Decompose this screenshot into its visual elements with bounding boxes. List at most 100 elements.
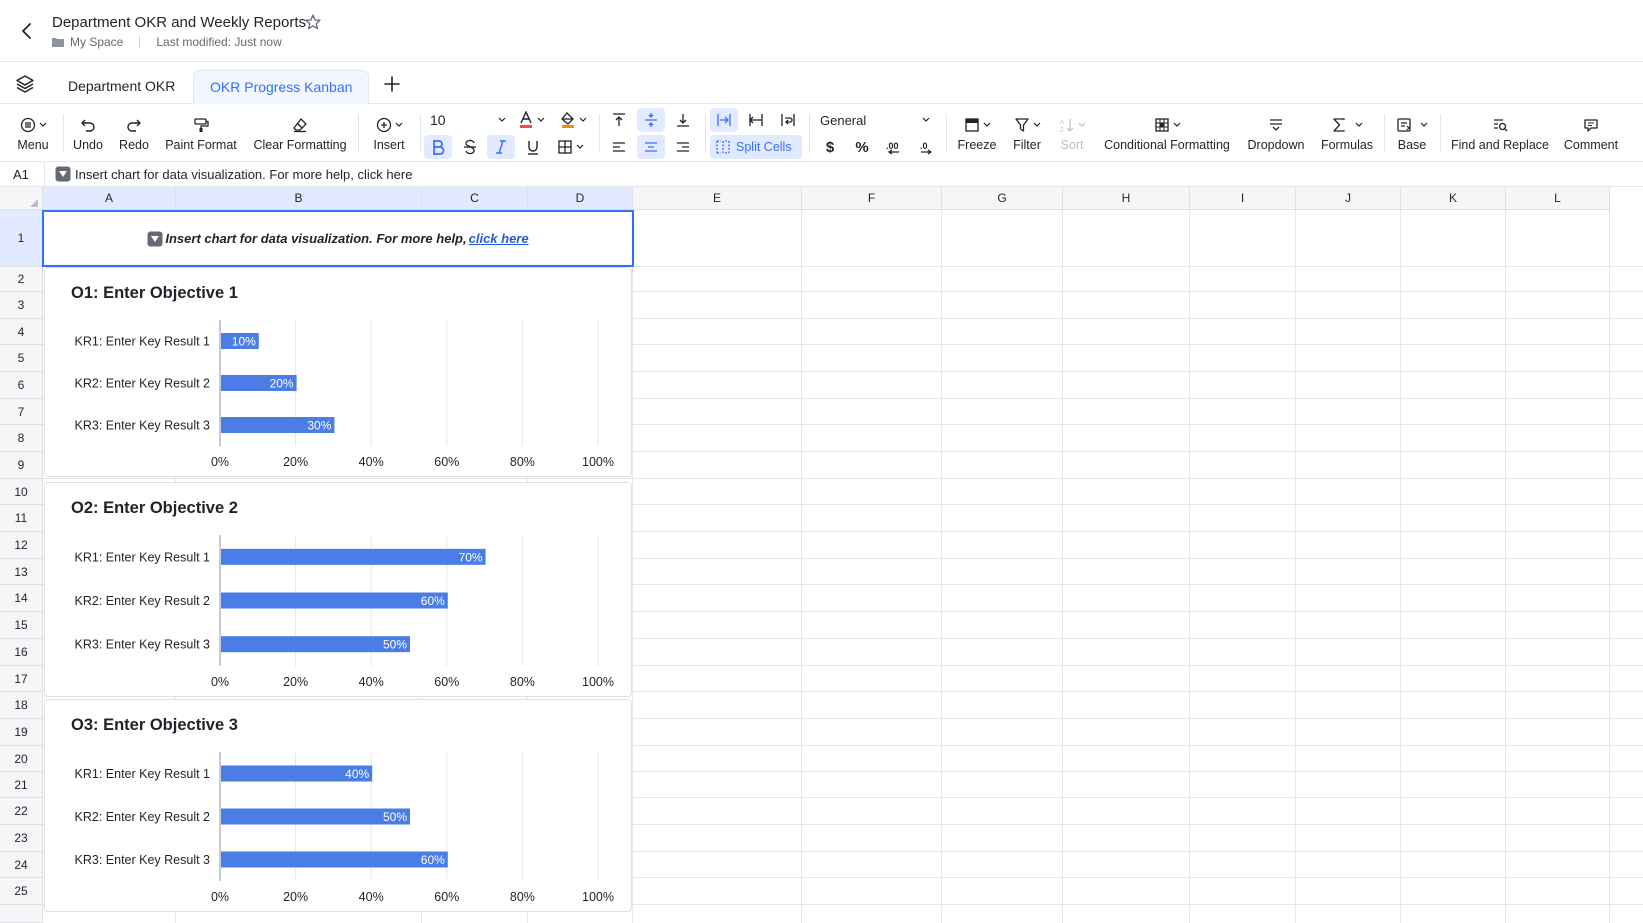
layers-icon[interactable] bbox=[15, 75, 35, 93]
row-header-17[interactable]: 17 bbox=[0, 666, 43, 692]
align-right-button[interactable] bbox=[669, 135, 697, 159]
text-color-button[interactable] bbox=[514, 108, 548, 132]
align-top-button[interactable] bbox=[605, 108, 633, 132]
number-format-select[interactable]: General bbox=[820, 109, 930, 131]
row-header-8[interactable]: 8 bbox=[0, 425, 43, 452]
row-header-25[interactable]: 25 bbox=[0, 878, 43, 905]
italic-button[interactable] bbox=[487, 135, 515, 159]
bar bbox=[221, 592, 448, 609]
column-header-a[interactable]: A bbox=[43, 187, 176, 210]
row-header-4[interactable]: 4 bbox=[0, 319, 43, 345]
cell-a1-merged[interactable]: Insert chart for data visualization. For… bbox=[42, 210, 634, 267]
row-header-14[interactable]: 14 bbox=[0, 585, 43, 612]
redo-button[interactable]: Redo bbox=[114, 112, 154, 156]
column-header-f[interactable]: F bbox=[802, 187, 942, 210]
increase-decimal-button[interactable]: .0 bbox=[912, 135, 940, 159]
chart-objective-3[interactable]: O3: Enter Objective 3 0% 20% 40% 60% 80% 100% K… bbox=[44, 699, 632, 912]
row-header-9[interactable]: 9 bbox=[0, 452, 43, 479]
row-header-6[interactable]: 6 bbox=[0, 372, 43, 399]
category-label: KR2: Enter Key Result 2 bbox=[75, 810, 211, 824]
column-header-j[interactable]: J bbox=[1296, 187, 1401, 210]
percent-button[interactable]: % bbox=[848, 135, 876, 159]
row-header-21[interactable]: 21 bbox=[0, 772, 43, 798]
column-header-g[interactable]: G bbox=[942, 187, 1063, 210]
undo-button[interactable]: Undo bbox=[68, 112, 108, 156]
row-header-18[interactable]: 18 bbox=[0, 692, 43, 719]
find-replace-button[interactable]: Find and Replace bbox=[1446, 112, 1554, 156]
font-size-select[interactable]: 10 bbox=[430, 109, 506, 131]
row-header-20[interactable]: 20 bbox=[0, 746, 43, 772]
row-header-11[interactable]: 11 bbox=[0, 505, 43, 532]
insert-button[interactable]: Insert bbox=[365, 112, 413, 156]
sigma-icon bbox=[1333, 117, 1345, 132]
borders-button[interactable] bbox=[552, 135, 588, 159]
row-header-10[interactable]: 10 bbox=[0, 479, 43, 505]
paint-format-button[interactable]: Paint Format bbox=[160, 112, 242, 156]
align-bottom-button[interactable] bbox=[669, 108, 697, 132]
formula-input[interactable]: Insert chart for data visualization. For… bbox=[55, 166, 412, 182]
align-center-button[interactable] bbox=[637, 135, 665, 159]
row-header-13[interactable]: 13 bbox=[0, 559, 43, 585]
align-left-button[interactable] bbox=[605, 135, 633, 159]
tab-department-okr[interactable]: Department OKR bbox=[52, 70, 191, 104]
add-sheet-icon[interactable] bbox=[382, 74, 402, 94]
currency-button[interactable]: $ bbox=[816, 135, 844, 159]
bar bbox=[221, 851, 448, 868]
row-header-3[interactable]: 3 bbox=[0, 292, 43, 319]
freeze-button[interactable]: Freeze bbox=[952, 112, 1002, 156]
document-title[interactable]: Department OKR and Weekly Reports bbox=[52, 14, 306, 31]
category-label: KR1: Enter Key Result 1 bbox=[75, 767, 211, 781]
star-icon[interactable] bbox=[304, 13, 322, 31]
row-header-19[interactable]: 19 bbox=[0, 719, 43, 746]
select-all-corner[interactable] bbox=[0, 187, 43, 210]
column-header-l[interactable]: L bbox=[1506, 187, 1610, 210]
clear-formatting-button[interactable]: Clear Formatting bbox=[249, 112, 351, 156]
fill-color-button[interactable] bbox=[556, 108, 590, 132]
column-width-button[interactable] bbox=[742, 108, 770, 132]
text-wrap-button[interactable] bbox=[774, 108, 802, 132]
column-header-b[interactable]: B bbox=[176, 187, 422, 210]
tab-okr-progress-kanban[interactable]: OKR Progress Kanban bbox=[193, 70, 370, 104]
column-header-k[interactable]: K bbox=[1401, 187, 1506, 210]
dropdown-button[interactable]: Dropdown bbox=[1242, 112, 1310, 156]
sort-button[interactable]: AZ Sort bbox=[1052, 112, 1092, 156]
data-label: 40% bbox=[345, 767, 369, 781]
column-header-e[interactable]: E bbox=[633, 187, 802, 210]
conditional-formatting-button[interactable]: Conditional Formatting bbox=[1098, 112, 1236, 156]
row-header-1[interactable]: 1 bbox=[0, 210, 43, 267]
underline-button[interactable] bbox=[519, 135, 547, 159]
column-header-i[interactable]: I bbox=[1190, 187, 1296, 210]
align-middle-button[interactable] bbox=[637, 108, 665, 132]
row-header-2[interactable]: 2 bbox=[0, 267, 43, 292]
split-cells-button[interactable]: Split Cells bbox=[710, 135, 802, 159]
merge-cells-button[interactable] bbox=[710, 108, 738, 132]
tag-icon bbox=[55, 166, 71, 182]
column-header-h[interactable]: H bbox=[1063, 187, 1190, 210]
row-header-22[interactable]: 22 bbox=[0, 798, 43, 825]
decrease-decimal-button[interactable]: .00 bbox=[880, 135, 908, 159]
split-cells-icon bbox=[716, 140, 730, 154]
plus-circle-icon bbox=[376, 117, 391, 132]
chart-objective-1[interactable]: O1: Enter Objective 1 0% 20% 40% 60% 80% 100% K… bbox=[44, 267, 632, 477]
location-link[interactable]: My Space bbox=[70, 35, 123, 49]
column-header-d[interactable]: D bbox=[528, 187, 633, 210]
row-header-7[interactable]: 7 bbox=[0, 399, 43, 425]
strikethrough-button[interactable] bbox=[456, 135, 484, 159]
help-link[interactable]: click here bbox=[469, 231, 529, 246]
row-header-15[interactable]: 15 bbox=[0, 612, 43, 639]
filter-button[interactable]: Filter bbox=[1004, 112, 1050, 156]
menu-button[interactable]: Menu bbox=[8, 112, 58, 156]
row-header-16[interactable]: 16 bbox=[0, 639, 43, 666]
row-header-23[interactable]: 23 bbox=[0, 825, 43, 852]
cell-reference[interactable]: A1 bbox=[13, 167, 29, 182]
row-header-5[interactable]: 5 bbox=[0, 345, 43, 372]
row-header-12[interactable]: 12 bbox=[0, 532, 43, 559]
formulas-button[interactable]: Formulas bbox=[1316, 112, 1378, 156]
chart-objective-2[interactable]: O2: Enter Objective 2 0% 20% 40% 60% 80% 100% K… bbox=[44, 482, 632, 697]
comment-button[interactable]: Comment bbox=[1560, 112, 1622, 156]
bold-button[interactable] bbox=[424, 135, 452, 159]
back-button[interactable] bbox=[16, 18, 38, 44]
row-header-24[interactable]: 24 bbox=[0, 852, 43, 878]
column-header-c[interactable]: C bbox=[422, 187, 528, 210]
base-button[interactable]: Base bbox=[1390, 112, 1434, 156]
